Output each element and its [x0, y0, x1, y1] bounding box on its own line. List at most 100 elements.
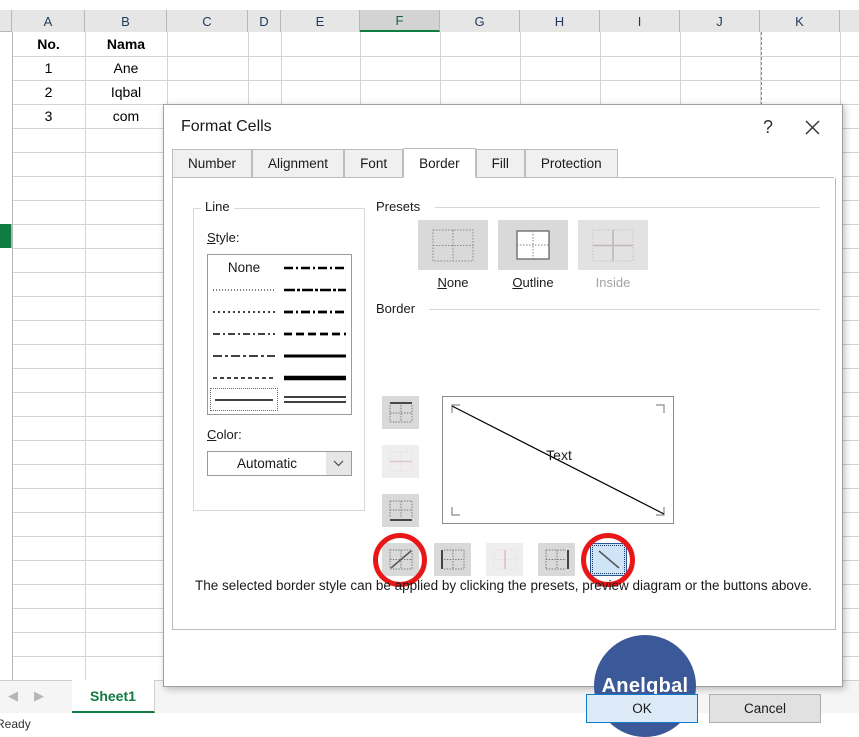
cell-a4[interactable]: 3	[12, 104, 85, 128]
line-style-dash-dot-thin[interactable]	[211, 323, 277, 344]
column-header-d[interactable]: D	[248, 10, 281, 32]
border-diagonal-up-button[interactable]	[382, 543, 419, 576]
border-horizontal-inside-button[interactable]	[382, 445, 419, 478]
tab-label: Border	[419, 156, 460, 171]
border-group-legend: Border	[376, 301, 420, 316]
preset-inside-button[interactable]	[578, 220, 648, 270]
line-style-dotted[interactable]	[211, 301, 277, 322]
line-style-medium-solid[interactable]	[282, 345, 348, 366]
line-style-medium-dash-dot[interactable]	[282, 301, 348, 322]
line-style-none[interactable]: None	[211, 257, 277, 278]
border-group-rule	[429, 309, 820, 310]
border-color-value: Automatic	[208, 456, 326, 471]
column-header-g[interactable]: G	[440, 10, 520, 32]
column-header-label: E	[316, 14, 325, 29]
style-label: Style:	[207, 230, 240, 245]
line-style-double[interactable]	[282, 389, 348, 410]
line-style-slant-dash-dot[interactable]	[282, 279, 348, 300]
preset-none-button[interactable]	[418, 220, 488, 270]
cell-a3[interactable]: 2	[12, 80, 85, 104]
tab-border[interactable]: Border	[403, 148, 476, 178]
line-style-hairline-dotted[interactable]	[211, 279, 277, 300]
triangle-left-icon[interactable]: ◀	[8, 688, 18, 704]
column-header-b[interactable]: B	[85, 10, 167, 32]
preset-outline[interactable]: Outline	[498, 220, 568, 290]
line-group-legend: Line	[201, 199, 234, 214]
column-header-label: F	[396, 13, 404, 28]
cell-b1[interactable]: Nama	[85, 32, 167, 56]
line-style-thick-solid[interactable]	[282, 367, 348, 388]
preset-outline-button[interactable]	[498, 220, 568, 270]
color-label-rest: olor:	[216, 427, 241, 442]
column-header-label: D	[259, 14, 268, 29]
format-cells-dialog: Format Cells ? Number Alignment Font Bor…	[163, 104, 843, 687]
border-top-button[interactable]	[382, 396, 419, 429]
tab-protection[interactable]: Protection	[525, 149, 618, 177]
column-header-label: B	[121, 14, 130, 29]
column-header-l[interactable]	[840, 10, 859, 32]
border-diagonal-down-button[interactable]	[590, 543, 627, 576]
line-group: Line Style: None	[193, 208, 365, 511]
cancel-button[interactable]: Cancel	[709, 694, 821, 723]
line-style-dash-dot-dot-thin[interactable]	[211, 345, 277, 366]
preset-none[interactable]: None	[418, 220, 488, 290]
presets-group-rule	[435, 207, 820, 208]
select-all-corner[interactable]	[0, 10, 12, 32]
chevron-down-icon[interactable]	[326, 452, 351, 475]
cell-a2[interactable]: 1	[12, 56, 85, 80]
cell-b4[interactable]: com	[85, 104, 167, 128]
preset-inside-label: Inside	[578, 275, 648, 290]
dialog-title-bar[interactable]: Format Cells ?	[164, 105, 842, 149]
cell-a1[interactable]: No.	[12, 32, 85, 56]
line-style-dashed-thin[interactable]	[211, 367, 277, 388]
column-header-f[interactable]: F	[360, 10, 440, 32]
preset-outline-label: Outline	[498, 275, 568, 290]
tab-alignment[interactable]: Alignment	[252, 149, 344, 177]
tab-number[interactable]: Number	[172, 149, 252, 177]
close-x-icon[interactable]	[790, 110, 834, 144]
column-header-e[interactable]: E	[281, 10, 360, 32]
column-header-label: H	[555, 14, 564, 29]
row-header-active-marker[interactable]	[0, 224, 12, 248]
cell-b2[interactable]: Ane	[85, 56, 167, 80]
column-header-k[interactable]: K	[760, 10, 840, 32]
tab-label: Protection	[541, 156, 602, 171]
border-preview-diagram[interactable]: Text	[442, 396, 674, 524]
column-header-j[interactable]: J	[680, 10, 760, 32]
border-tab-panel: Line Style: None	[172, 178, 836, 630]
ok-button-label: OK	[632, 701, 652, 716]
question-mark-icon[interactable]: ?	[746, 110, 790, 144]
tab-font[interactable]: Font	[344, 149, 403, 177]
status-text: Ready	[0, 717, 31, 731]
preview-text-label: Text	[443, 447, 674, 463]
tab-label: Font	[360, 156, 387, 171]
border-right-button[interactable]	[538, 543, 575, 576]
line-style-thin-solid[interactable]	[211, 389, 277, 410]
sheet-tab-sheet1[interactable]: Sheet1	[72, 680, 155, 713]
ok-button[interactable]: OK	[586, 694, 698, 723]
border-left-button[interactable]	[434, 543, 471, 576]
tab-fill[interactable]: Fill	[476, 149, 525, 177]
column-header-i[interactable]: I	[600, 10, 680, 32]
presets-group-legend: Presets	[376, 199, 425, 214]
preset-inside[interactable]: Inside	[578, 220, 648, 290]
dialog-tab-strip[interactable]: Number Alignment Font Border Fill Protec…	[172, 149, 834, 178]
column-header-label: G	[474, 14, 484, 29]
column-header-label: A	[44, 14, 53, 29]
border-hint-text: The selected border style can be applied…	[195, 578, 825, 593]
sheet-nav-arrows[interactable]: ◀ ▶	[8, 685, 68, 707]
sheet-tab-label: Sheet1	[90, 688, 136, 704]
line-style-dash-dot-medium[interactable]	[282, 257, 348, 278]
column-header-label: K	[795, 14, 804, 29]
border-bottom-button[interactable]	[382, 494, 419, 527]
border-color-dropdown[interactable]: Automatic	[207, 451, 352, 476]
triangle-right-icon[interactable]: ▶	[34, 688, 44, 704]
cell-b3[interactable]: Iqbal	[85, 80, 167, 104]
border-vertical-inside-button[interactable]	[486, 543, 523, 576]
line-style-medium-dashed[interactable]	[282, 323, 348, 344]
column-header-a[interactable]: A	[12, 10, 85, 32]
line-style-listbox[interactable]: None	[207, 254, 352, 415]
column-header-label: J	[716, 14, 723, 29]
column-header-h[interactable]: H	[520, 10, 600, 32]
column-header-c[interactable]: C	[167, 10, 248, 32]
